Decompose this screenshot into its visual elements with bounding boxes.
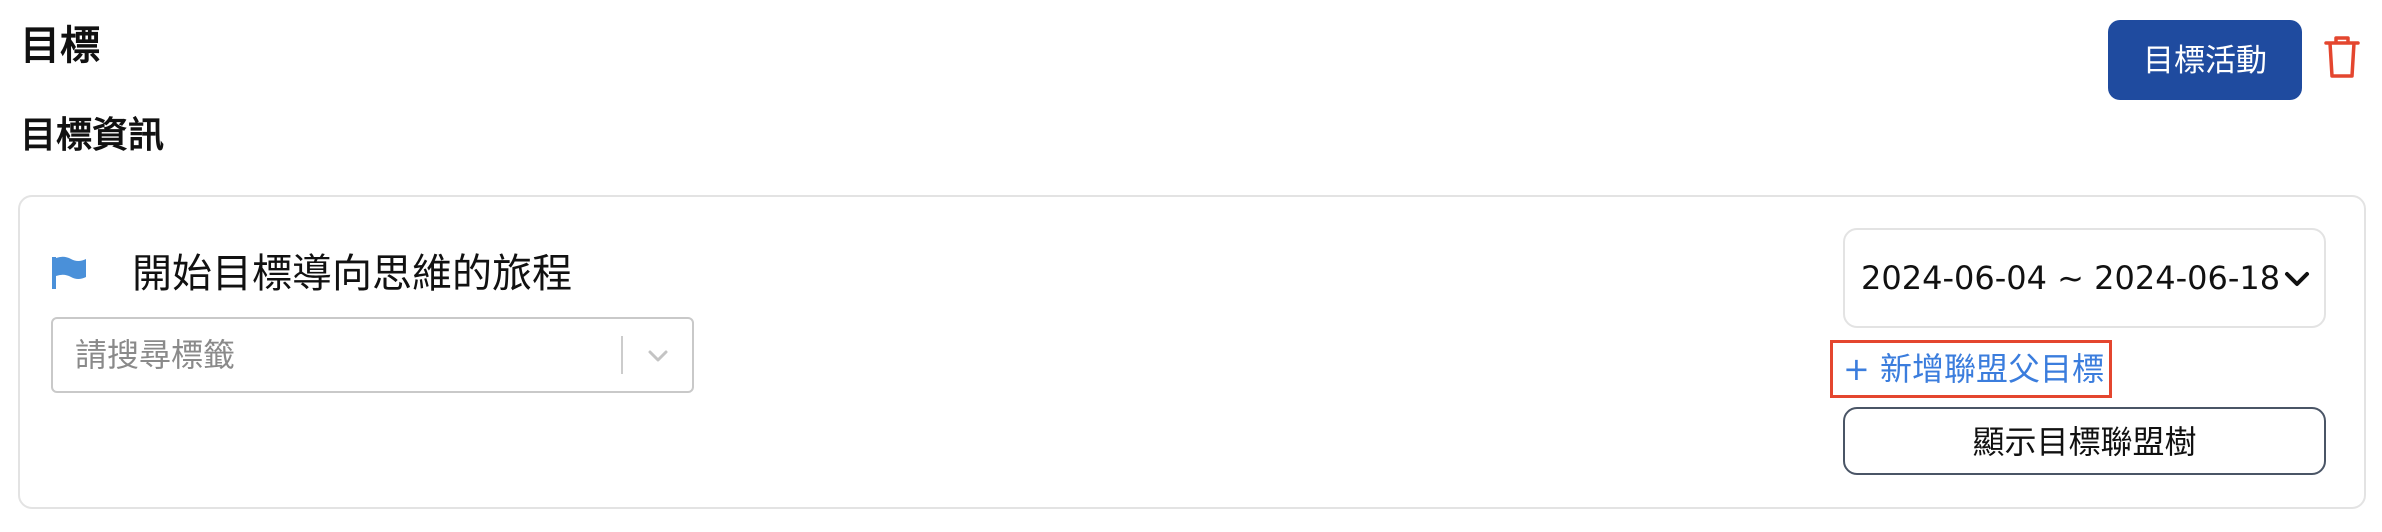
tag-search-placeholder: 請搜尋標籤 [75,336,236,374]
show-goal-tree-button[interactable]: 顯示目標聯盟樹 [1843,407,2326,475]
flag-icon [52,256,86,289]
date-range-picker[interactable]: 2024-06-04 ~ 2024-06-18 [1843,228,2326,328]
select-separator [621,336,623,374]
add-parent-goal-link[interactable]: + 新增聯盟父目標 [1830,340,2112,398]
date-range-label: 2024-06-04 ~ 2024-06-18 [1861,259,2281,297]
goal-title: 開始目標導向思維的旅程 [132,251,572,297]
delete-button[interactable] [2322,34,2362,80]
goal-page: 目標 目標活動 目標資訊 開始目標導向思維的旅程 請搜尋標籤 2024-06-0… [0,0,2382,532]
tag-search-select[interactable]: 請搜尋標籤 [51,317,694,393]
chevron-down-icon[interactable] [643,341,673,371]
trash-icon [2324,36,2360,78]
chevron-down-icon [2285,272,2309,286]
goal-activity-button[interactable]: 目標活動 [2108,20,2302,100]
section-title: 目標資訊 [20,115,165,156]
page-title: 目標 [20,23,100,69]
